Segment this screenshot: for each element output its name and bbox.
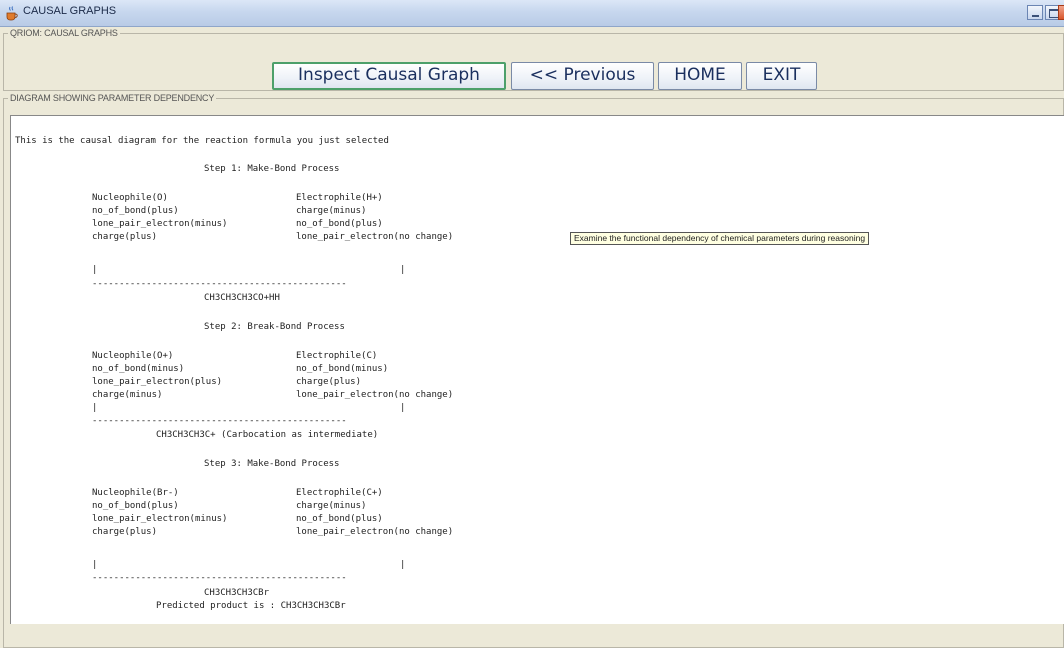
step2-product: CH3CH3CH3C+ (Carbocation as intermediate… <box>156 430 379 440</box>
step3-bar-right: | <box>400 560 406 570</box>
step3-right-2: no_of_bond(plus) <box>296 514 383 524</box>
step2-right-2: charge(plus) <box>296 377 362 387</box>
minimize-icon <box>1032 15 1039 17</box>
step2-left-0: Nucleophile(O+) <box>92 351 174 361</box>
previous-button[interactable]: << Previous <box>511 62 654 90</box>
step3-right-0: Electrophile(C+) <box>296 488 383 498</box>
step2-left-2: lone_pair_electron(plus) <box>92 377 223 387</box>
step2-bar-right: | <box>400 403 406 413</box>
step1-left-3: charge(plus) <box>92 232 158 242</box>
predicted-product-text: Predicted product is : CH3CH3CH3CBr <box>156 601 346 611</box>
minimize-button[interactable] <box>1027 5 1043 20</box>
step3-product: CH3CH3CH3CBr <box>204 588 270 598</box>
step2-right-3: lone_pair_electron(no change) <box>296 390 454 400</box>
step3-left-1: no_of_bond(plus) <box>92 501 179 511</box>
step1-bar-right: | <box>400 265 406 275</box>
java-cup-icon <box>6 6 18 21</box>
step2-left-3: charge(minus) <box>92 390 163 400</box>
step1-right-2: no_of_bond(plus) <box>296 219 383 229</box>
step1-title: Step 1: Make-Bond Process <box>204 164 340 174</box>
step2-left-1: no_of_bond(minus) <box>92 364 185 374</box>
step1-right-3: lone_pair_electron(no change) <box>296 232 454 242</box>
step2-bar-left: | <box>92 403 98 413</box>
window-title: CAUSAL GRAPHS <box>23 5 117 17</box>
step3-bar-left: | <box>92 560 98 570</box>
tooltip: Examine the functional dependency of che… <box>570 232 870 245</box>
step2-divider: ----------------------------------------… <box>92 416 347 426</box>
step3-left-3: charge(plus) <box>92 527 158 537</box>
step1-bar-left: | <box>92 265 98 275</box>
title-bar[interactable]: CAUSAL GRAPHS <box>0 0 1064 27</box>
step1-right-0: Electrophile(H+) <box>296 193 383 203</box>
inspect-causal-graph-button[interactable]: Inspect Causal Graph <box>272 62 506 90</box>
step3-left-0: Nucleophile(Br-) <box>92 488 179 498</box>
diagram-legend: DIAGRAM SHOWING PARAMETER DEPENDENCY <box>10 93 215 103</box>
step3-right-3: lone_pair_electron(no change) <box>296 527 454 537</box>
step2-right-0: Electrophile(C) <box>296 351 378 361</box>
step2-right-1: no_of_bond(minus) <box>296 364 389 374</box>
close-button[interactable] <box>1058 5 1064 20</box>
intro-text: This is the causal diagram for the react… <box>15 136 389 146</box>
step1-left-2: lone_pair_electron(minus) <box>92 219 228 229</box>
step1-left-0: Nucleophile(O) <box>92 193 168 203</box>
step1-left-1: no_of_bond(plus) <box>92 206 179 216</box>
home-button[interactable]: HOME <box>658 62 742 90</box>
step3-left-2: lone_pair_electron(minus) <box>92 514 228 524</box>
causal-graphs-legend: QRIOM: CAUSAL GRAPHS <box>10 28 118 38</box>
step1-product: CH3CH3CH3CO+HH <box>204 293 280 303</box>
exit-button[interactable]: EXIT <box>746 62 817 90</box>
step3-divider: ----------------------------------------… <box>92 573 347 583</box>
diagram-text-area[interactable]: This is the causal diagram for the react… <box>10 115 1064 624</box>
step3-right-1: charge(minus) <box>296 501 367 511</box>
step1-divider: ----------------------------------------… <box>92 279 347 289</box>
step1-right-1: charge(minus) <box>296 206 367 216</box>
step2-title: Step 2: Break-Bond Process <box>204 322 345 332</box>
step3-title: Step 3: Make-Bond Process <box>204 459 340 469</box>
